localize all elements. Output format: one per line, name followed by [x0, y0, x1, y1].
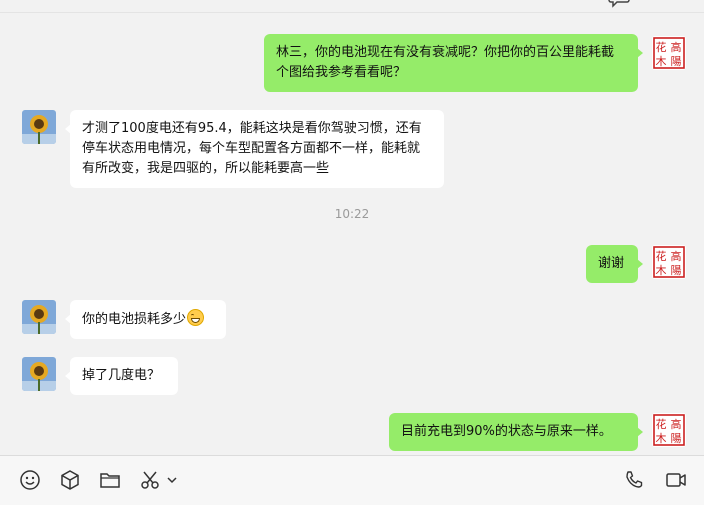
- scissors-icon: [141, 471, 159, 489]
- chat-panel: 林三，你的电池现在有没有衰减呢？你把你的百公里能耗截个图给我参考看看呢？ 花 高…: [0, 0, 704, 454]
- self-avatar[interactable]: 花 高 木 陽: [652, 245, 686, 279]
- message-text: 你的电池损耗多少: [82, 312, 187, 327]
- message-bubble-contact[interactable]: 你的电池损耗多少: [65, 300, 226, 339]
- seal-icon: 花 高 木 陽: [652, 36, 686, 70]
- chat-header-edge: [0, 0, 704, 13]
- message-timestamp: 10:22: [334, 207, 370, 221]
- svg-text:高: 高: [671, 417, 682, 431]
- self-avatar[interactable]: 花 高 木 陽: [652, 413, 686, 447]
- emoji-icon: [20, 470, 40, 490]
- input-toolbar: [0, 455, 704, 505]
- contact-avatar[interactable]: [22, 357, 56, 391]
- phone-icon: [626, 471, 643, 488]
- chevron-down-icon: [167, 477, 177, 484]
- svg-text:木: 木: [656, 264, 667, 277]
- seal-icon: 花 高 木 陽: [652, 245, 686, 279]
- svg-text:木: 木: [656, 432, 667, 445]
- video-icon: [666, 473, 686, 487]
- message-text: 才测了100度电还有95.4，能耗这块是看你驾驶习惯，还有停车状态用电情况，每个…: [82, 121, 422, 176]
- sunflower-avatar-icon: [22, 357, 56, 391]
- contact-avatar[interactable]: [22, 110, 56, 144]
- svg-text:陽: 陽: [671, 55, 682, 68]
- seal-icon: 花 高 木 陽: [652, 413, 686, 447]
- svg-text:花: 花: [656, 41, 667, 54]
- svg-text:木: 木: [656, 55, 667, 68]
- voice-call-button[interactable]: [622, 468, 646, 492]
- message-text: 目前充电到90%的状态与原来一样。: [401, 424, 612, 439]
- self-avatar[interactable]: 花 高 木 陽: [652, 36, 686, 70]
- send-file-button[interactable]: [98, 468, 122, 492]
- screenshot-button[interactable]: [138, 468, 162, 492]
- message-text: 谢谢: [598, 256, 625, 271]
- message-bubble-self[interactable]: 谢谢: [586, 245, 643, 283]
- chat-bubble-icon[interactable]: [608, 0, 630, 8]
- svg-text:高: 高: [671, 40, 682, 54]
- sunflower-avatar-icon: [22, 300, 56, 334]
- message-bubble-contact[interactable]: 掉了几度电？: [65, 357, 178, 395]
- svg-text:陽: 陽: [671, 432, 682, 445]
- message-bubble-self[interactable]: 林三，你的电池现在有没有衰减呢？你把你的百公里能耗截个图给我参考看看呢？: [264, 34, 643, 92]
- contact-avatar[interactable]: [22, 300, 56, 334]
- screenshot-options-button[interactable]: [164, 468, 180, 492]
- svg-text:花: 花: [656, 250, 667, 263]
- video-call-button[interactable]: [664, 468, 688, 492]
- message-text: 掉了几度电？: [82, 368, 161, 383]
- message-bubble-contact[interactable]: 才测了100度电还有95.4，能耗这块是看你驾驶习惯，还有停车状态用电情况，每个…: [65, 110, 444, 188]
- svg-text:高: 高: [671, 249, 682, 263]
- package-icon: [61, 470, 79, 490]
- svg-text:陽: 陽: [671, 264, 682, 277]
- message-text: 林三，你的电池现在有没有衰减呢？你把你的百公里能耗截个图给我参考看看呢？: [276, 45, 615, 80]
- message-bubble-self[interactable]: 目前充电到90%的状态与原来一样。: [389, 413, 643, 451]
- grinning-face-emoji-icon: [187, 309, 205, 326]
- emoji-button[interactable]: [18, 468, 42, 492]
- sunflower-avatar-icon: [22, 110, 56, 144]
- favorites-button[interactable]: [58, 468, 82, 492]
- svg-text:花: 花: [656, 418, 667, 431]
- folder-icon: [100, 473, 120, 488]
